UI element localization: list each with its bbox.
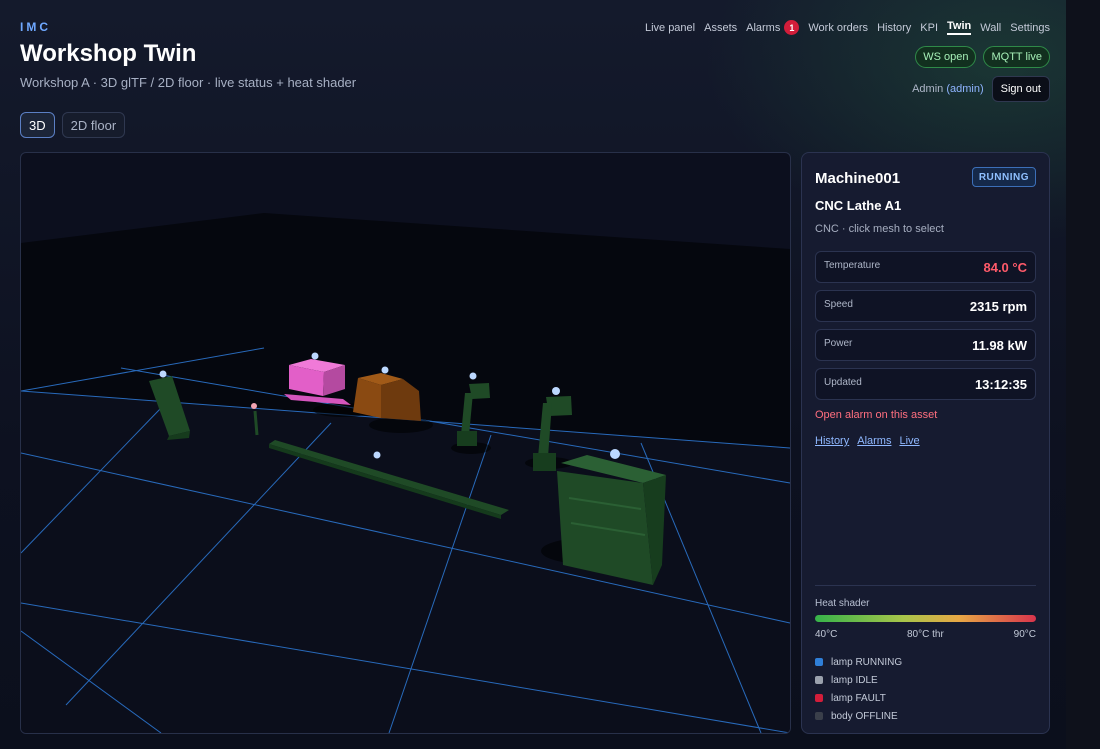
status-lamp: [610, 449, 620, 459]
top-nav: Live panel Assets Alarms 1 Work orders H…: [645, 20, 1050, 35]
window-right-edge: [1066, 0, 1100, 749]
legend-item: lamp FAULT: [815, 689, 902, 707]
user-name: Admin (admin): [912, 83, 984, 95]
history-link[interactable]: History: [815, 435, 849, 447]
nav-work-orders[interactable]: Work orders: [808, 22, 868, 34]
post: [253, 410, 259, 436]
3d-viewport[interactable]: [20, 152, 791, 734]
ws-status-pill: WS open: [915, 46, 977, 68]
nav-wall[interactable]: Wall: [980, 22, 1001, 34]
nav-twin[interactable]: Twin: [947, 20, 972, 35]
status-lamp: [469, 372, 477, 380]
open-alarm-notice: Open alarm on this asset: [815, 409, 938, 421]
status-lamp: [311, 352, 319, 360]
brand-label: IMC: [20, 20, 51, 34]
alarm-count-badge: 1: [784, 20, 800, 35]
tab-2d-floor[interactable]: 2D floor: [61, 112, 126, 138]
asset-name: CNC Lathe A1: [815, 198, 902, 213]
nav-settings[interactable]: Settings: [1010, 22, 1050, 34]
metric-value: 2315 rpm: [969, 299, 1027, 314]
legend-item: lamp IDLE: [815, 671, 902, 689]
metric-label: Power: [824, 338, 853, 349]
sign-out-button[interactable]: Sign out: [991, 76, 1050, 102]
heat-threshold-label: 80°C thr: [907, 629, 944, 640]
user-role: (admin): [946, 83, 984, 95]
user-area: Admin (admin) Sign out: [912, 76, 1050, 102]
nav-history[interactable]: History: [877, 22, 911, 34]
metric-value: 11.98 kW: [972, 338, 1027, 353]
status-lamp: [373, 451, 381, 459]
legend-item: body OFFLINE: [815, 707, 902, 725]
metric-updated: Updated 13:12:35: [815, 368, 1036, 400]
heat-max-label: 90°C: [1013, 629, 1036, 640]
legend-swatch: [815, 694, 823, 702]
arm-base: [457, 431, 477, 446]
metric-power: Power 11.98 kW: [815, 329, 1036, 361]
metric-speed: Speed 2315 rpm: [815, 290, 1036, 322]
nav-live-panel[interactable]: Live panel: [645, 22, 695, 34]
heat-min-label: 40°C: [815, 629, 838, 640]
orange-front: [353, 378, 381, 418]
mqtt-status-pill: MQTT live: [983, 46, 1050, 68]
arm-base: [533, 453, 556, 471]
metric-value: 84.0 °C: [983, 260, 1027, 275]
legend-item: lamp RUNNING: [815, 653, 902, 671]
asset-detail-panel: Machine001 RUNNING CNC Lathe A1 CNC · cl…: [801, 152, 1050, 734]
heat-shader-gradient: [815, 615, 1036, 622]
status-lamp: [381, 366, 389, 374]
panel-divider: [815, 585, 1036, 586]
metric-temperature: Temperature 84.0 °C: [815, 251, 1036, 283]
lamp-legend: lamp RUNNING lamp IDLE lamp FAULT body O…: [815, 653, 902, 725]
page-title: Workshop Twin: [20, 40, 197, 67]
metric-value: 13:12:35: [974, 377, 1027, 392]
legend-swatch: [815, 658, 823, 666]
live-link[interactable]: Live: [899, 435, 919, 447]
nav-alarms[interactable]: Alarms 1: [746, 20, 800, 35]
asset-links: History Alarms Live: [815, 435, 920, 447]
legend-swatch: [815, 676, 823, 684]
metric-label: Speed: [824, 299, 853, 310]
status-lamp: [251, 403, 257, 409]
status-lamp: [159, 370, 167, 378]
view-tabs: 3D 2D floor: [20, 112, 126, 138]
metric-label: Updated: [824, 377, 862, 388]
nav-assets[interactable]: Assets: [704, 22, 737, 34]
scene-canvas[interactable]: [21, 153, 790, 733]
connection-pills: WS open MQTT live: [915, 46, 1050, 68]
nav-kpi[interactable]: KPI: [920, 22, 938, 34]
status-badge: RUNNING: [971, 167, 1036, 187]
asset-description: CNC · click mesh to select: [815, 223, 944, 235]
floor: [21, 391, 790, 733]
heat-shader-title: Heat shader: [815, 598, 870, 609]
tab-3d[interactable]: 3D: [20, 112, 55, 138]
legend-swatch: [815, 712, 823, 720]
asset-id: Machine001: [815, 170, 901, 187]
metric-label: Temperature: [824, 260, 881, 271]
alarms-link[interactable]: Alarms: [857, 435, 891, 447]
page-subtitle: Workshop A · 3D glTF / 2D floor · live s…: [20, 75, 357, 90]
status-lamp: [552, 387, 560, 395]
